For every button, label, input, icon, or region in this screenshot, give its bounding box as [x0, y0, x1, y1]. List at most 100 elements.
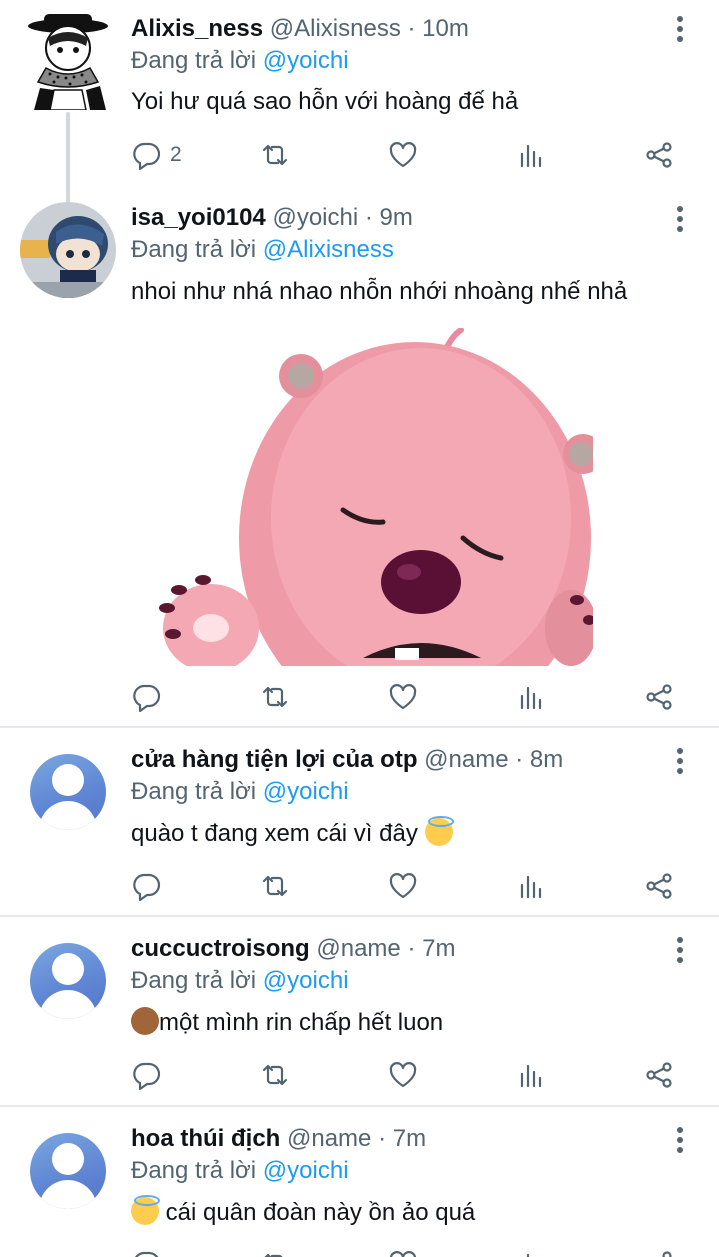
reply-button[interactable]: 2 [132, 138, 182, 172]
heart-icon [389, 873, 417, 899]
analytics-icon [520, 1064, 542, 1088]
more-options-icon[interactable] [672, 937, 688, 965]
replying-to: Đang trả lời @Alixisness [131, 235, 394, 265]
replying-prefix: Đang trả lời [131, 1157, 257, 1184]
retweet-icon [262, 875, 288, 897]
handle[interactable]: @Alixisness [270, 15, 401, 42]
display-name[interactable]: hoa thúi địch [131, 1125, 280, 1152]
tweet-text-row: một mình rin chấp hết luon [131, 1007, 443, 1038]
retweet-button[interactable] [260, 1247, 290, 1257]
analytics-icon [520, 875, 542, 899]
share-button[interactable] [644, 1247, 674, 1257]
reply-button[interactable] [132, 1247, 162, 1257]
tweet-header: hoa thúi địch @name · 7m [131, 1124, 426, 1154]
like-button[interactable] [388, 680, 418, 714]
like-button[interactable] [388, 1058, 418, 1092]
mention-link[interactable]: @yoichi [263, 967, 349, 994]
retweet-button[interactable] [260, 138, 290, 172]
heart-icon [389, 1251, 417, 1257]
retweet-button[interactable] [260, 680, 290, 714]
display-name[interactable]: cửa hàng tiện lợi của otp [131, 746, 417, 773]
display-name[interactable]: cuccuctroisong [131, 935, 310, 962]
mention-link[interactable]: @Alixisness [263, 236, 394, 263]
handle[interactable]: @name [424, 746, 508, 773]
replying-prefix: Đang trả lời [131, 47, 257, 74]
reply-icon [133, 684, 161, 712]
timestamp[interactable]: 7m [393, 1125, 426, 1152]
avatar-body-shape [39, 801, 97, 830]
replying-prefix: Đang trả lời [131, 236, 257, 263]
separator-dot: · [378, 1125, 387, 1152]
mention-link[interactable]: @yoichi [263, 1157, 349, 1184]
reply-button[interactable] [132, 1058, 162, 1092]
share-button[interactable] [644, 869, 674, 903]
see-no-evil-monkey-icon [131, 1007, 159, 1035]
timestamp[interactable]: 8m [530, 746, 563, 773]
more-options-icon[interactable] [672, 748, 688, 776]
like-button[interactable] [388, 138, 418, 172]
mention-link[interactable]: @yoichi [263, 778, 349, 805]
reply-icon [133, 142, 161, 170]
more-options-icon[interactable] [672, 16, 688, 44]
analytics-button[interactable] [516, 680, 546, 714]
heart-icon [389, 142, 417, 168]
display-name[interactable]: isa_yoi0104 [131, 204, 266, 231]
tweet-cua-hang[interactable]: cửa hàng tiện lợi của otp @name · 8m Đan… [0, 728, 719, 916]
retweet-icon [264, 1253, 283, 1257]
tweet-hoa-thui-dich[interactable]: hoa thúi địch @name · 7m Đang trả lời @y… [0, 1107, 719, 1257]
reply-button[interactable] [132, 869, 162, 903]
mention-link[interactable]: @yoichi [263, 47, 349, 74]
analytics-button[interactable] [516, 1058, 546, 1092]
separator-dot: · [407, 15, 416, 42]
reply-button[interactable] [132, 680, 162, 714]
tweet-alixis[interactable]: Alixis_ness @Alixisness · 10m Đang trả l… [0, 0, 719, 204]
share-icon [646, 684, 672, 710]
avatar[interactable] [20, 202, 116, 298]
default-avatar[interactable] [30, 754, 106, 830]
like-button[interactable] [388, 1247, 418, 1257]
handle[interactable]: @name [316, 935, 400, 962]
timestamp[interactable]: 9m [380, 204, 413, 231]
retweet-button[interactable] [260, 1058, 290, 1092]
smiling-face-with-halo-icon [424, 816, 454, 846]
analytics-button[interactable] [516, 138, 546, 172]
more-options-icon[interactable] [672, 206, 688, 234]
avatar[interactable] [20, 10, 116, 110]
timestamp[interactable]: 10m [422, 15, 469, 42]
separator-dot: · [515, 746, 524, 773]
analytics-icon [520, 686, 542, 710]
reply-icon [133, 873, 161, 901]
like-button[interactable] [388, 869, 418, 903]
handle[interactable]: @name [287, 1125, 371, 1152]
share-button[interactable] [644, 680, 674, 714]
reply-count: 2 [170, 143, 182, 166]
smiling-face-with-halo-icon [131, 1195, 160, 1225]
tweet-text: một mình rin chấp hết luon [159, 1009, 444, 1036]
tweet-text: cái quân đoàn này ồn ảo quá [165, 1199, 476, 1226]
analytics-button[interactable] [516, 1247, 546, 1257]
default-avatar[interactable] [30, 943, 106, 1019]
tweet-media-image[interactable] [131, 328, 593, 666]
replying-to: Đang trả lời @yoichi [131, 46, 349, 76]
replying-to: Đang trả lời @yoichi [131, 1156, 349, 1186]
default-avatar[interactable] [30, 1133, 106, 1209]
share-button[interactable] [644, 138, 674, 172]
tweet-cuccuctroisong[interactable]: cuccuctroisong @name · 7m Đang trả lời @… [0, 917, 719, 1105]
analytics-icon [520, 144, 542, 168]
timestamp[interactable]: 7m [422, 935, 455, 962]
manga-character-avatar-icon [20, 10, 116, 110]
handle[interactable]: @yoichi [272, 204, 358, 231]
display-name[interactable]: Alixis_ness [131, 15, 263, 42]
tweet-header: Alixis_ness @Alixisness · 10m [131, 14, 469, 44]
retweet-icon [262, 144, 288, 166]
separator-dot: · [407, 935, 416, 962]
retweet-button[interactable] [260, 869, 290, 903]
plush-doll-avatar-icon [20, 202, 116, 298]
analytics-button[interactable] [516, 869, 546, 903]
avatar-body-shape [39, 990, 97, 1019]
tweet-header: cuccuctroisong @name · 7m [131, 934, 455, 964]
tweet-text: quào t đang xem cái vì đây [131, 820, 418, 847]
pink-beaver-sticker-icon [131, 328, 593, 666]
share-button[interactable] [644, 1058, 674, 1092]
more-options-icon[interactable] [672, 1127, 688, 1155]
